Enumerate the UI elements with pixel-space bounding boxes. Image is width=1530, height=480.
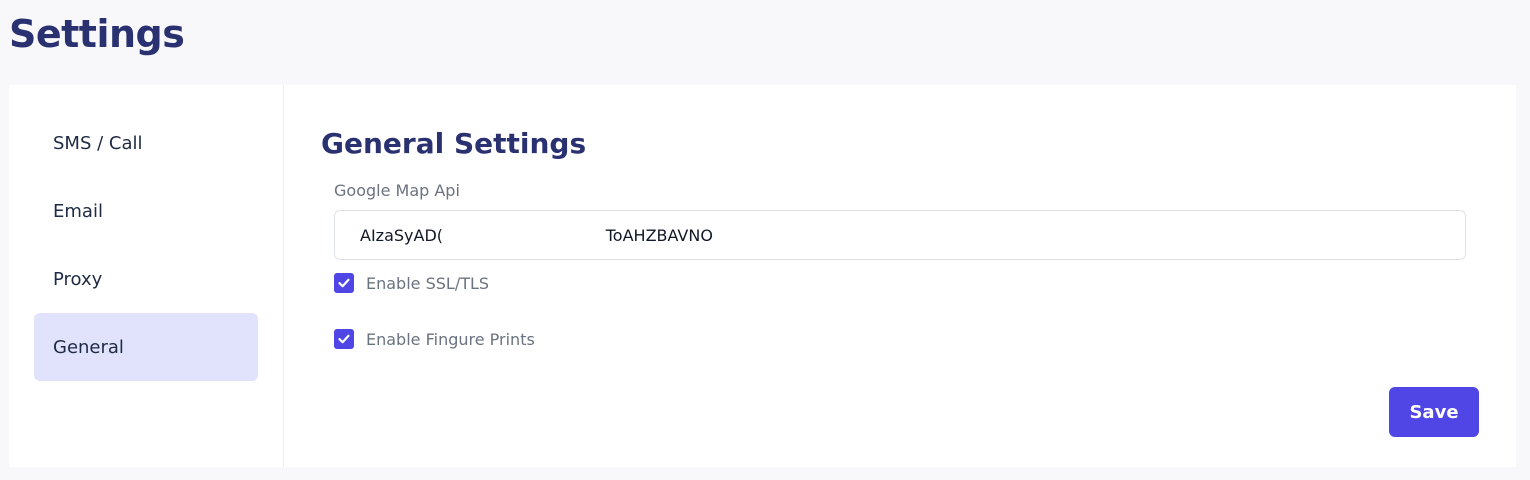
page-title: Settings: [9, 12, 185, 56]
fingerprints-option[interactable]: Enable Fingure Prints: [334, 329, 535, 349]
sidebar-item-label: SMS / Call: [53, 132, 143, 154]
google-map-api-input[interactable]: [334, 210, 1466, 260]
sidebar-item-label: General: [53, 336, 124, 358]
general-settings-panel: General Settings Google Map Api Enable S…: [284, 85, 1516, 467]
sidebar-item-sms-call[interactable]: SMS / Call: [34, 109, 258, 177]
sidebar-item-label: Email: [53, 200, 103, 222]
section-title: General Settings: [321, 127, 587, 160]
ssl-tls-label: Enable SSL/TLS: [366, 273, 490, 293]
sidebar-item-proxy[interactable]: Proxy: [34, 245, 258, 313]
ssl-tls-checkbox[interactable]: [334, 273, 354, 293]
sidebar-item-general[interactable]: General: [34, 313, 258, 381]
sidebar-item-email[interactable]: Email: [34, 177, 258, 245]
fingerprints-label: Enable Fingure Prints: [366, 329, 535, 349]
fingerprints-checkbox[interactable]: [334, 329, 354, 349]
sidebar-item-label: Proxy: [53, 268, 103, 290]
settings-card: SMS / Call Email Proxy General General S…: [9, 85, 1516, 467]
settings-sidebar: SMS / Call Email Proxy General: [9, 85, 284, 467]
save-button[interactable]: Save: [1389, 387, 1479, 437]
checkmark-icon: [338, 278, 350, 288]
google-map-api-label: Google Map Api: [334, 181, 460, 200]
checkmark-icon: [338, 334, 350, 344]
ssl-tls-option[interactable]: Enable SSL/TLS: [334, 273, 489, 293]
